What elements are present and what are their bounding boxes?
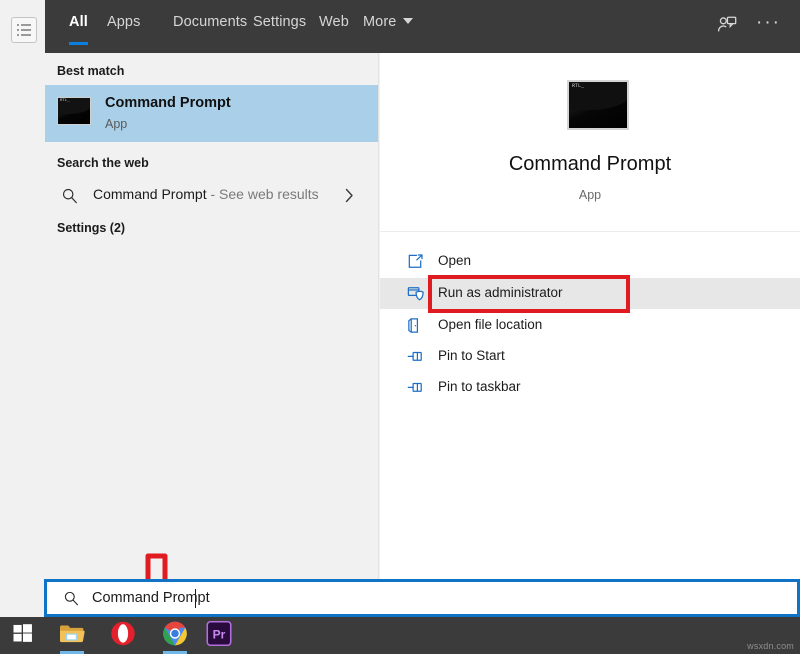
action-pin-to-taskbar[interactable]: Pin to taskbar (380, 372, 800, 403)
taskbar-start-button[interactable] (0, 617, 46, 654)
pin-icon (406, 347, 425, 366)
chrome-icon (163, 621, 188, 651)
group-header-settings: Settings (2) (57, 221, 125, 235)
command-prompt-preview-icon: RTL_ (567, 80, 629, 130)
group-header-best-match: Best match (57, 64, 124, 78)
action-pin-to-taskbar-label: Pin to taskbar (438, 379, 521, 394)
search-results-column: Best match RTL_ Command Prompt App Searc… (45, 53, 379, 580)
command-prompt-icon-text: RTL_ (60, 99, 70, 103)
start-search-flyout: All Apps Documents Settings Web More (45, 0, 800, 580)
tab-web[interactable]: Web (319, 13, 349, 31)
action-run-as-administrator-label: Run as administrator (438, 285, 563, 300)
folder-icon (59, 622, 85, 649)
action-pin-to-start[interactable]: Pin to Start (380, 341, 800, 372)
tab-all-label: All (69, 14, 88, 30)
taskbar-premiere-pro[interactable]: Pr (196, 617, 242, 654)
result-item-command-prompt[interactable]: RTL_ Command Prompt App (45, 85, 378, 142)
magnifier-icon (63, 590, 80, 607)
taskbar-opera[interactable] (100, 617, 146, 654)
action-run-as-administrator[interactable]: Run as administrator (380, 278, 800, 309)
web-search-query: Command Prompt (93, 186, 207, 202)
taskbar: Pr wsxdn.com (0, 617, 800, 654)
chevron-down-icon (403, 18, 413, 24)
web-search-suffix: - See web results (207, 186, 319, 202)
taskbar-chrome[interactable] (152, 617, 198, 654)
result-title: Command Prompt (105, 95, 231, 111)
app-preview-column: RTL_ Command Prompt App Open (380, 53, 800, 580)
preview-divider (380, 231, 800, 232)
command-prompt-preview-icon-text: RTL_ (572, 83, 584, 89)
tab-more-label: More (363, 14, 396, 30)
search-icon (61, 187, 79, 205)
command-prompt-icon: RTL_ (57, 97, 91, 125)
open-external-icon (406, 252, 425, 271)
tab-web-label: Web (319, 14, 349, 30)
opera-icon (111, 621, 136, 651)
person-feedback-icon[interactable] (716, 14, 738, 36)
taskbar-file-explorer[interactable] (49, 617, 95, 654)
shield-window-icon (406, 284, 425, 303)
tab-active-underline (69, 42, 88, 45)
pin-icon (406, 378, 425, 397)
tab-apps[interactable]: Apps (107, 13, 140, 31)
result-item-web-search[interactable]: Command Prompt - See web results (45, 177, 378, 215)
preview-title: Command Prompt (380, 153, 800, 176)
tab-documents-label: Documents (173, 14, 247, 30)
search-input[interactable]: Command Prompt (44, 579, 800, 617)
tab-documents[interactable]: Documents (173, 13, 247, 31)
search-filter-tabbar: All Apps Documents Settings Web More (45, 0, 800, 53)
tab-apps-label: Apps (107, 14, 140, 30)
action-open-file-location-label: Open file location (438, 317, 542, 332)
tab-settings-label: Settings (253, 14, 306, 30)
action-open-file-location[interactable]: Open file location (380, 310, 800, 341)
action-open-label: Open (438, 253, 471, 268)
group-header-search-the-web: Search the web (57, 156, 149, 170)
tab-all[interactable]: All (69, 13, 88, 31)
premiere-icon: Pr (207, 621, 232, 651)
preview-subtitle: App (380, 188, 800, 202)
watermark: wsxdn.com (747, 641, 794, 651)
action-pin-to-start-label: Pin to Start (438, 348, 505, 363)
folder-open-icon (406, 316, 425, 335)
search-input-value: Command Prompt (92, 590, 210, 606)
result-subtitle: App (105, 117, 127, 131)
tab-settings[interactable]: Settings (253, 13, 306, 31)
tab-more[interactable]: More (363, 13, 413, 31)
list-icon[interactable] (11, 17, 37, 43)
chevron-right-icon (345, 188, 354, 203)
windows-logo-icon (14, 624, 33, 648)
text-cursor (195, 589, 196, 608)
svg-text:Pr: Pr (213, 627, 226, 641)
overflow-menu-icon[interactable]: ··· (756, 13, 780, 35)
action-open[interactable]: Open (380, 246, 800, 277)
web-search-label: Command Prompt - See web results (93, 186, 319, 202)
desktop-background: All Apps Documents Settings Web More (0, 0, 800, 654)
